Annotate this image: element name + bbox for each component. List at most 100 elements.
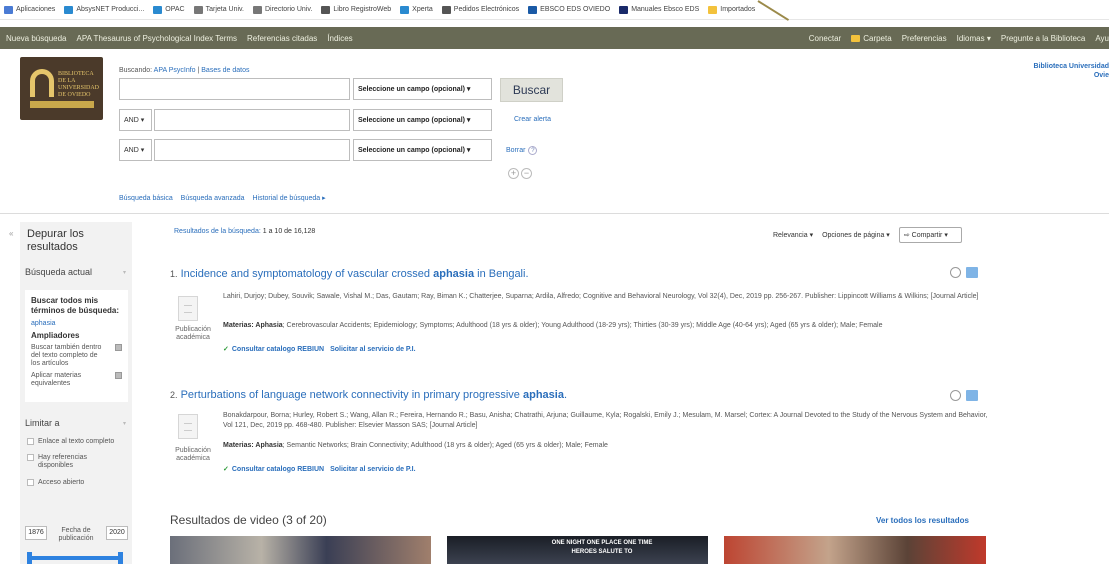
university-icon [252,5,262,14]
checkbox[interactable] [27,479,34,486]
logo-emblem [30,69,54,97]
bookmark-item[interactable]: Libro RegistroWeb [321,5,391,14]
limit-open-access-label: Acceso abierto [38,479,85,486]
checkbox[interactable] [27,454,34,461]
find-all-terms: Buscar todos mis términos de búsqueda: [31,296,120,315]
nav-new-search[interactable]: Nueva búsqueda [6,34,67,43]
add-remove-rows: + − [508,168,532,179]
interlibrary-loan-link[interactable]: Solicitar al servicio de P.I. [330,346,415,353]
current-search-heading[interactable]: Búsqueda actual [25,267,92,277]
bookmark-item[interactable]: Manuales Ebsco EDS [619,5,699,14]
interlibrary-loan-link[interactable]: Solicitar al servicio de P.I. [330,466,415,473]
checkbox[interactable] [27,438,34,445]
field-select-3[interactable]: Seleccione un campo (opcional) ▾ [353,139,492,161]
xperta-icon [400,5,410,14]
limit-references[interactable]: Hay referencias disponibles [27,454,117,470]
video-thumbnail[interactable] [170,536,431,564]
search-history-link[interactable]: Historial de búsqueda ▸ [252,195,325,202]
page-options[interactable]: Opciones de página ▾ [822,231,890,239]
bookmark-item[interactable]: EBSCO EDS OVIEDO [528,5,611,14]
nav-connect[interactable]: Conectar [809,34,841,43]
result-title[interactable]: 1. Incidence and symptomatology of vascu… [170,268,529,280]
clear-link[interactable]: Borrar? [506,146,538,155]
remove-expander-icon[interactable] [115,344,122,351]
result-number: 2. [170,390,178,400]
expander-equivalent[interactable]: Aplicar materias equivalentes [31,372,122,388]
video-thumbnail[interactable] [724,536,986,564]
sort-select[interactable]: Relevancia ▾ [773,231,813,239]
clear-label: Borrar [506,147,526,154]
university-logo[interactable]: BIBLIOTECA DE LA UNIVERSIDAD DE OVIEDO [20,57,103,120]
expander-fulltext[interactable]: Buscar también dentro del texto completo… [31,344,122,368]
document-icon[interactable] [178,296,198,321]
date-slider-track[interactable] [27,556,123,560]
preview-icon[interactable] [950,390,961,401]
chevron-down-icon[interactable]: ▾ [123,420,126,427]
preview-icon[interactable] [950,267,961,278]
databases-link[interactable]: Bases de datos [201,67,249,74]
manual-icon [619,5,629,14]
bookmark-item[interactable]: AbsysNET Producci... [64,5,144,14]
year-from-input[interactable]: 1876 [25,526,47,540]
nav-folder[interactable]: Carpeta [851,34,892,43]
collapse-sidebar-icon[interactable]: « [9,229,13,238]
subjects-text: ; Semantic Networks; Brain Connectivity;… [282,442,608,449]
search-input-2[interactable] [154,109,350,131]
bookmark-label: Pedidos Electrónicos [453,6,520,13]
search-input-3[interactable] [154,139,350,161]
year-to-input[interactable]: 2020 [106,526,128,540]
limit-heading[interactable]: Limitar a [25,418,60,428]
remove-row-icon[interactable]: − [521,168,532,179]
bookmark-item[interactable]: Directorio Univ. [252,5,313,14]
nav-cited-references[interactable]: Referencias citadas [247,34,317,43]
add-row-icon[interactable]: + [508,168,519,179]
bookmark-label: EBSCO EDS OVIEDO [540,6,611,13]
institution-link[interactable]: Biblioteca Universidad Ovie [1034,62,1109,80]
nav-preferences[interactable]: Preferencias [902,34,947,43]
date-slider-handle-min[interactable] [27,552,32,564]
help-icon[interactable]: ? [528,146,538,155]
bookmark-item[interactable]: Aplicaciones [4,5,55,14]
nav-languages[interactable]: Idiomas ▾ [957,34,991,43]
field-select-2[interactable]: Seleccione un campo (opcional) ▾ [353,109,492,131]
remove-expander-icon[interactable] [115,372,122,379]
database-link[interactable]: APA PsycInfo [154,67,196,74]
create-alert-link[interactable]: Crear alerta [514,116,551,123]
bookmark-item[interactable]: Pedidos Electrónicos [441,5,520,14]
date-slider-handle-max[interactable] [118,552,123,564]
result-title[interactable]: 2. Perturbations of language network con… [170,389,567,401]
search-term[interactable]: aphasia [31,320,122,327]
nav-apa-thesaurus[interactable]: APA Thesaurus of Psychological Index Ter… [77,34,238,43]
limit-fulltext[interactable]: Enlace al texto completo [27,438,114,446]
rebiun-link[interactable]: Consultar catalogo REBIUN [232,466,324,473]
see-all-videos-link[interactable]: Ver todos los resultados [876,516,969,525]
add-to-folder-icon[interactable] [966,267,978,278]
video-thumbnail[interactable]: ONE NIGHT ONE PLACE ONE TIME HEROES SALU… [447,536,708,564]
logo-bar [30,101,94,108]
nav-help[interactable]: Ayu [1095,34,1109,43]
nav-indexes[interactable]: Índices [327,34,352,43]
search-input-1[interactable] [119,78,350,100]
bookmark-item[interactable]: Xperta [400,5,433,14]
bookmark-label: Directorio Univ. [264,6,313,13]
operator-select-3[interactable]: AND ▾ [119,139,152,161]
share-button[interactable]: ⇨ Compartir ▾ [898,227,962,243]
advanced-search-link[interactable]: Búsqueda avanzada [181,195,245,202]
chevron-down-icon[interactable]: ▾ [123,269,126,276]
search-button[interactable]: Buscar [500,78,563,102]
limit-open-access[interactable]: Acceso abierto [27,479,84,487]
rebiun-link[interactable]: Consultar catalogo REBIUN [232,346,324,353]
operator-select-2[interactable]: AND ▾ [119,109,152,131]
document-icon[interactable] [178,414,198,439]
bookmark-item[interactable]: Tarjeta Univ. [193,5,244,14]
add-to-folder-icon[interactable] [966,390,978,401]
share-label: Compartir ▾ [911,232,948,239]
field-select-1[interactable]: Seleccione un campo (opcional) ▾ [353,78,492,100]
expanders-heading: Ampliadores [31,331,80,340]
basic-search-link[interactable]: Búsqueda básica [119,195,173,202]
globe-icon [321,5,331,14]
bookmark-item[interactable]: Importados [708,5,755,14]
nav-ask-library[interactable]: Pregunte a la Biblioteca [1001,34,1086,43]
top-nav: Nueva búsqueda APA Thesaurus of Psycholo… [0,27,1109,49]
bookmark-item[interactable]: OPAC [153,5,185,14]
